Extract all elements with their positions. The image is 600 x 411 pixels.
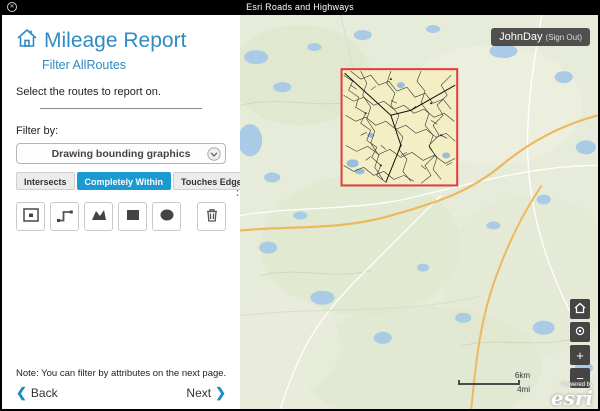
user-signout-button[interactable]: JohnDay (Sign Out) <box>491 28 590 46</box>
tab-intersects[interactable]: Intersects <box>16 172 75 190</box>
filter-method-dropdown[interactable]: Drawing bounding graphics <box>16 143 226 164</box>
rectangle-icon <box>124 206 142 227</box>
chevron-down-icon <box>207 147 221 161</box>
bounding-graphic[interactable] <box>342 69 458 185</box>
map-canvas[interactable]: JohnDay (Sign Out) + − 6km 4mi Powered <box>240 15 598 409</box>
titlebar: ✕ Esri Roads and Highways <box>0 0 600 15</box>
map-controls: + − <box>570 299 590 388</box>
esri-logo-text: esri <box>551 388 593 408</box>
plus-icon: + <box>576 349 584 362</box>
circle-tool-button[interactable] <box>152 202 181 231</box>
mileage-report-panel: Mileage Report Filter AllRoutes Select t… <box>2 15 240 409</box>
chevron-left-icon: ❮ <box>16 385 27 401</box>
next-label: Next <box>186 386 211 400</box>
panel-footer: ❮ Back Next ❯ <box>16 385 226 401</box>
home-extent-button[interactable] <box>570 299 590 319</box>
polygon-icon <box>90 206 108 227</box>
polygon-tool-button[interactable] <box>84 202 113 231</box>
scalebar: 6km 4mi <box>458 371 530 394</box>
draw-toolbar <box>16 202 226 231</box>
app-window: ✕ Esri Roads and Highways Mileage Report… <box>0 0 600 411</box>
esri-attribution: Powered by esri <box>551 382 593 408</box>
tab-completely-within[interactable]: Completely Within <box>77 172 171 190</box>
zoom-in-button[interactable]: + <box>570 345 590 365</box>
back-button[interactable]: ❮ Back <box>16 385 58 401</box>
window-title: Esri Roads and Highways <box>0 2 600 12</box>
extent-select-icon <box>22 206 40 227</box>
divider <box>40 108 202 109</box>
spatial-relation-tabs: Intersects Completely Within Touches Edg… <box>16 172 226 190</box>
back-label: Back <box>31 386 58 400</box>
trash-icon <box>203 206 221 227</box>
chevron-right-icon: ❯ <box>215 385 226 401</box>
scale-mi-label: 4mi <box>458 385 530 394</box>
locate-icon <box>574 325 586 339</box>
page-title: Mileage Report <box>44 29 186 53</box>
filter-by-label: Filter by: <box>16 125 226 137</box>
tab-touches-edge[interactable]: Touches Edge <box>173 172 240 190</box>
instruction-text: Select the routes to report on. <box>16 86 226 98</box>
note-text: Note: You can filter by attributes on th… <box>16 368 226 379</box>
rectangle-tool-button[interactable] <box>118 202 147 231</box>
dropdown-selected-value: Drawing bounding graphics <box>17 148 225 160</box>
user-name: JohnDay <box>499 31 542 43</box>
polyline-icon <box>56 206 74 227</box>
home-app-icon <box>16 27 38 54</box>
extent-select-tool-button[interactable] <box>16 202 45 231</box>
scale-km-label: 6km <box>458 371 530 380</box>
filter-allroutes-link[interactable]: Filter AllRoutes <box>42 58 226 72</box>
polyline-tool-button[interactable] <box>50 202 79 231</box>
panel-drag-handle-icon[interactable]: ⋮ <box>231 184 244 197</box>
home-icon <box>574 302 586 316</box>
basemap <box>240 15 598 409</box>
circle-icon <box>158 206 176 227</box>
next-button[interactable]: Next ❯ <box>186 385 226 401</box>
sign-out-label: (Sign Out) <box>546 33 582 42</box>
locate-button[interactable] <box>570 322 590 342</box>
clear-graphics-button[interactable] <box>197 202 226 231</box>
